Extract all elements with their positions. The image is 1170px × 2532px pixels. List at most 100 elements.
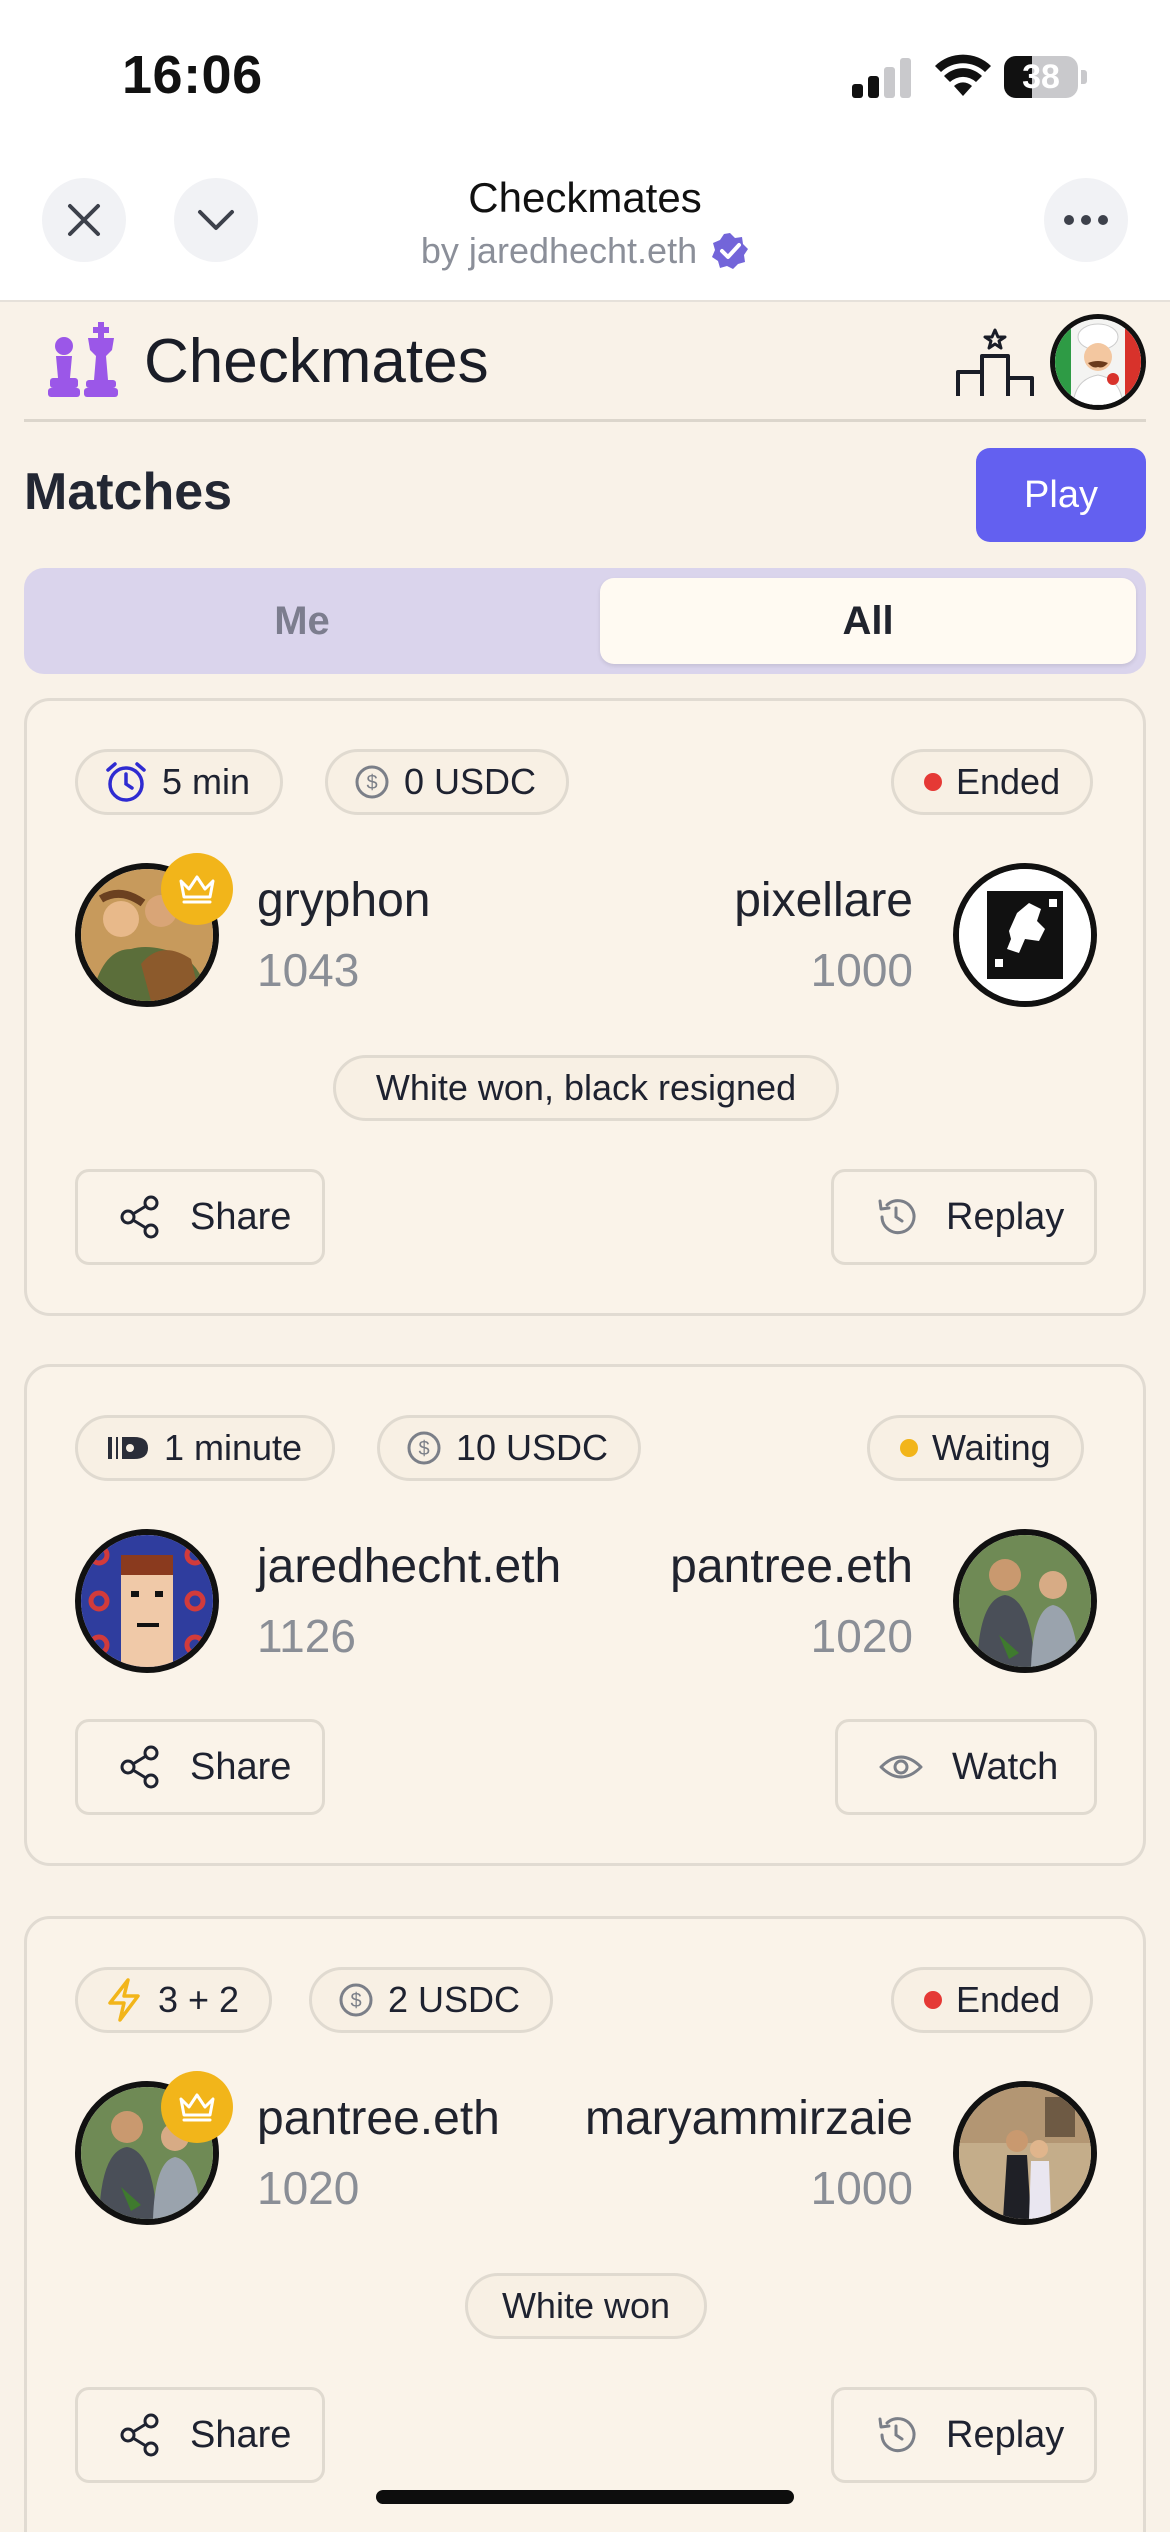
svg-text:$: $	[418, 1438, 429, 1460]
leaderboard-podium-icon[interactable]	[954, 328, 1036, 398]
black-player-name[interactable]: maryammirzaie	[585, 2091, 913, 2146]
share-button[interactable]: Share	[75, 2387, 325, 2483]
lightning-icon	[108, 1978, 140, 2022]
white-player-rating: 1126	[257, 1610, 356, 1662]
share-button[interactable]: Share	[75, 1719, 325, 1815]
player-avatar-image	[959, 2087, 1091, 2219]
replay-button[interactable]: Replay	[831, 1169, 1097, 1265]
play-button[interactable]: Play	[976, 448, 1146, 542]
stake-label: 2 USDC	[388, 1979, 521, 2020]
match-card[interactable]: 3 + 2 $ 2 USDC Ended pantree.eth 1020 ma…	[24, 1916, 1146, 2532]
replay-label: Replay	[946, 1195, 1065, 1238]
crown-icon	[179, 875, 215, 904]
verified-badge-icon	[712, 233, 749, 269]
share-icon	[120, 1745, 159, 1789]
status-dot	[924, 1991, 942, 2009]
battery-level: 38	[1022, 58, 1060, 96]
white-player-name[interactable]: jaredhecht.eth	[257, 1539, 561, 1594]
status-badge: Ended	[891, 749, 1094, 815]
tab-all[interactable]: All	[600, 578, 1136, 664]
miniapp-title: Checkmates	[468, 174, 702, 221]
svg-text:$: $	[366, 772, 377, 794]
player-avatar-image	[81, 1535, 213, 1667]
stake-chip: $ 2 USDC	[309, 1967, 554, 2033]
black-player-rating: 1000	[810, 2162, 913, 2214]
cellular-signal-icon	[852, 58, 911, 98]
dollar-coin-icon: $	[339, 1983, 373, 2017]
match-result: White won, black resigned	[333, 1055, 839, 1121]
crown-icon	[179, 2093, 215, 2122]
history-icon	[878, 1199, 916, 1235]
status-label: Ended	[956, 761, 1061, 802]
svg-text:$: $	[350, 1990, 361, 2012]
white-player-name[interactable]: gryphon	[257, 873, 430, 928]
player-avatar-image	[959, 869, 1091, 1001]
share-icon	[120, 2413, 159, 2457]
wifi-icon	[935, 54, 991, 96]
stake-label: 10 USDC	[456, 1427, 609, 1468]
status-dot	[900, 1439, 918, 1457]
history-icon	[878, 2417, 916, 2453]
match-card[interactable]: 5 min $ 0 USDC Ended gryphon 1043 pixell…	[24, 698, 1146, 1316]
black-player-name[interactable]: pixellare	[734, 873, 913, 928]
status-label: Waiting	[932, 1427, 1051, 1468]
time-control-label: 3 + 2	[158, 1979, 240, 2020]
white-player-name[interactable]: pantree.eth	[257, 2091, 500, 2146]
home-indicator[interactable]	[376, 2490, 794, 2504]
watch-button[interactable]: Watch	[835, 1719, 1097, 1815]
replay-label: Replay	[946, 2413, 1065, 2456]
chef-avatar-image	[1055, 319, 1141, 405]
host-chrome: 16:06 38 Checkmates by jaredhecht.eth	[0, 0, 1170, 302]
match-card[interactable]: 1 minute $ 10 USDC Waiting jaredhecht.et…	[24, 1364, 1146, 1866]
status-time: 16:06	[122, 45, 263, 105]
tab-me[interactable]: Me	[34, 578, 570, 664]
player-avatar-image	[959, 1535, 1091, 1667]
alarm-clock-icon	[106, 762, 146, 802]
share-label: Share	[190, 1745, 292, 1788]
bullet-icon	[108, 1437, 148, 1459]
black-player-avatar	[953, 863, 1097, 1007]
miniapp-header: Checkmates by jaredhecht.eth	[0, 150, 1170, 302]
black-player-avatar	[953, 2081, 1097, 2225]
more-options-button[interactable]	[1044, 178, 1128, 262]
share-button[interactable]: Share	[75, 1169, 325, 1265]
black-player-rating: 1000	[810, 944, 913, 996]
share-label: Share	[190, 2413, 292, 2456]
more-dots-icon	[1064, 215, 1108, 225]
white-player-avatar	[75, 1529, 219, 1673]
white-player-rating: 1020	[257, 2162, 360, 2214]
status-bar: 16:06 38	[0, 0, 1170, 150]
watch-label: Watch	[952, 1745, 1059, 1788]
status-badge: Waiting	[867, 1415, 1084, 1481]
black-player-avatar	[953, 1529, 1097, 1673]
share-icon	[120, 1195, 159, 1239]
stake-label: 0 USDC	[404, 761, 537, 802]
match-result: White won	[465, 2273, 707, 2339]
app-header: Checkmates	[24, 302, 1146, 422]
status-dot	[924, 773, 942, 791]
app-title: Checkmates	[144, 327, 489, 396]
status-badge: Ended	[891, 1967, 1094, 2033]
winner-crown-badge	[161, 2071, 233, 2143]
white-player-rating: 1043	[257, 944, 360, 996]
time-control-label: 5 min	[162, 761, 251, 802]
chess-pieces-logo-icon	[48, 322, 118, 397]
time-control-label: 1 minute	[164, 1427, 303, 1468]
author-label: by jaredhecht.eth	[420, 230, 698, 271]
share-label: Share	[190, 1195, 292, 1238]
battery-icon: 38	[1004, 56, 1088, 98]
replay-button[interactable]: Replay	[831, 2387, 1097, 2483]
eye-icon	[879, 1755, 923, 1779]
user-avatar[interactable]	[1050, 314, 1146, 410]
winner-crown-badge	[161, 853, 233, 925]
dollar-coin-icon: $	[407, 1431, 441, 1465]
time-control-chip: 3 + 2	[75, 1967, 273, 2033]
stake-chip: $ 10 USDC	[377, 1415, 642, 1481]
black-player-name[interactable]: pantree.eth	[670, 1539, 913, 1594]
matches-heading: Matches	[24, 463, 233, 521]
dollar-coin-icon: $	[355, 765, 389, 799]
time-control-chip: 5 min	[75, 749, 284, 815]
black-player-rating: 1020	[810, 1610, 913, 1662]
matches-filter-tabs: Me All	[24, 568, 1146, 674]
miniapp-author: by jaredhecht.eth	[0, 230, 1170, 272]
